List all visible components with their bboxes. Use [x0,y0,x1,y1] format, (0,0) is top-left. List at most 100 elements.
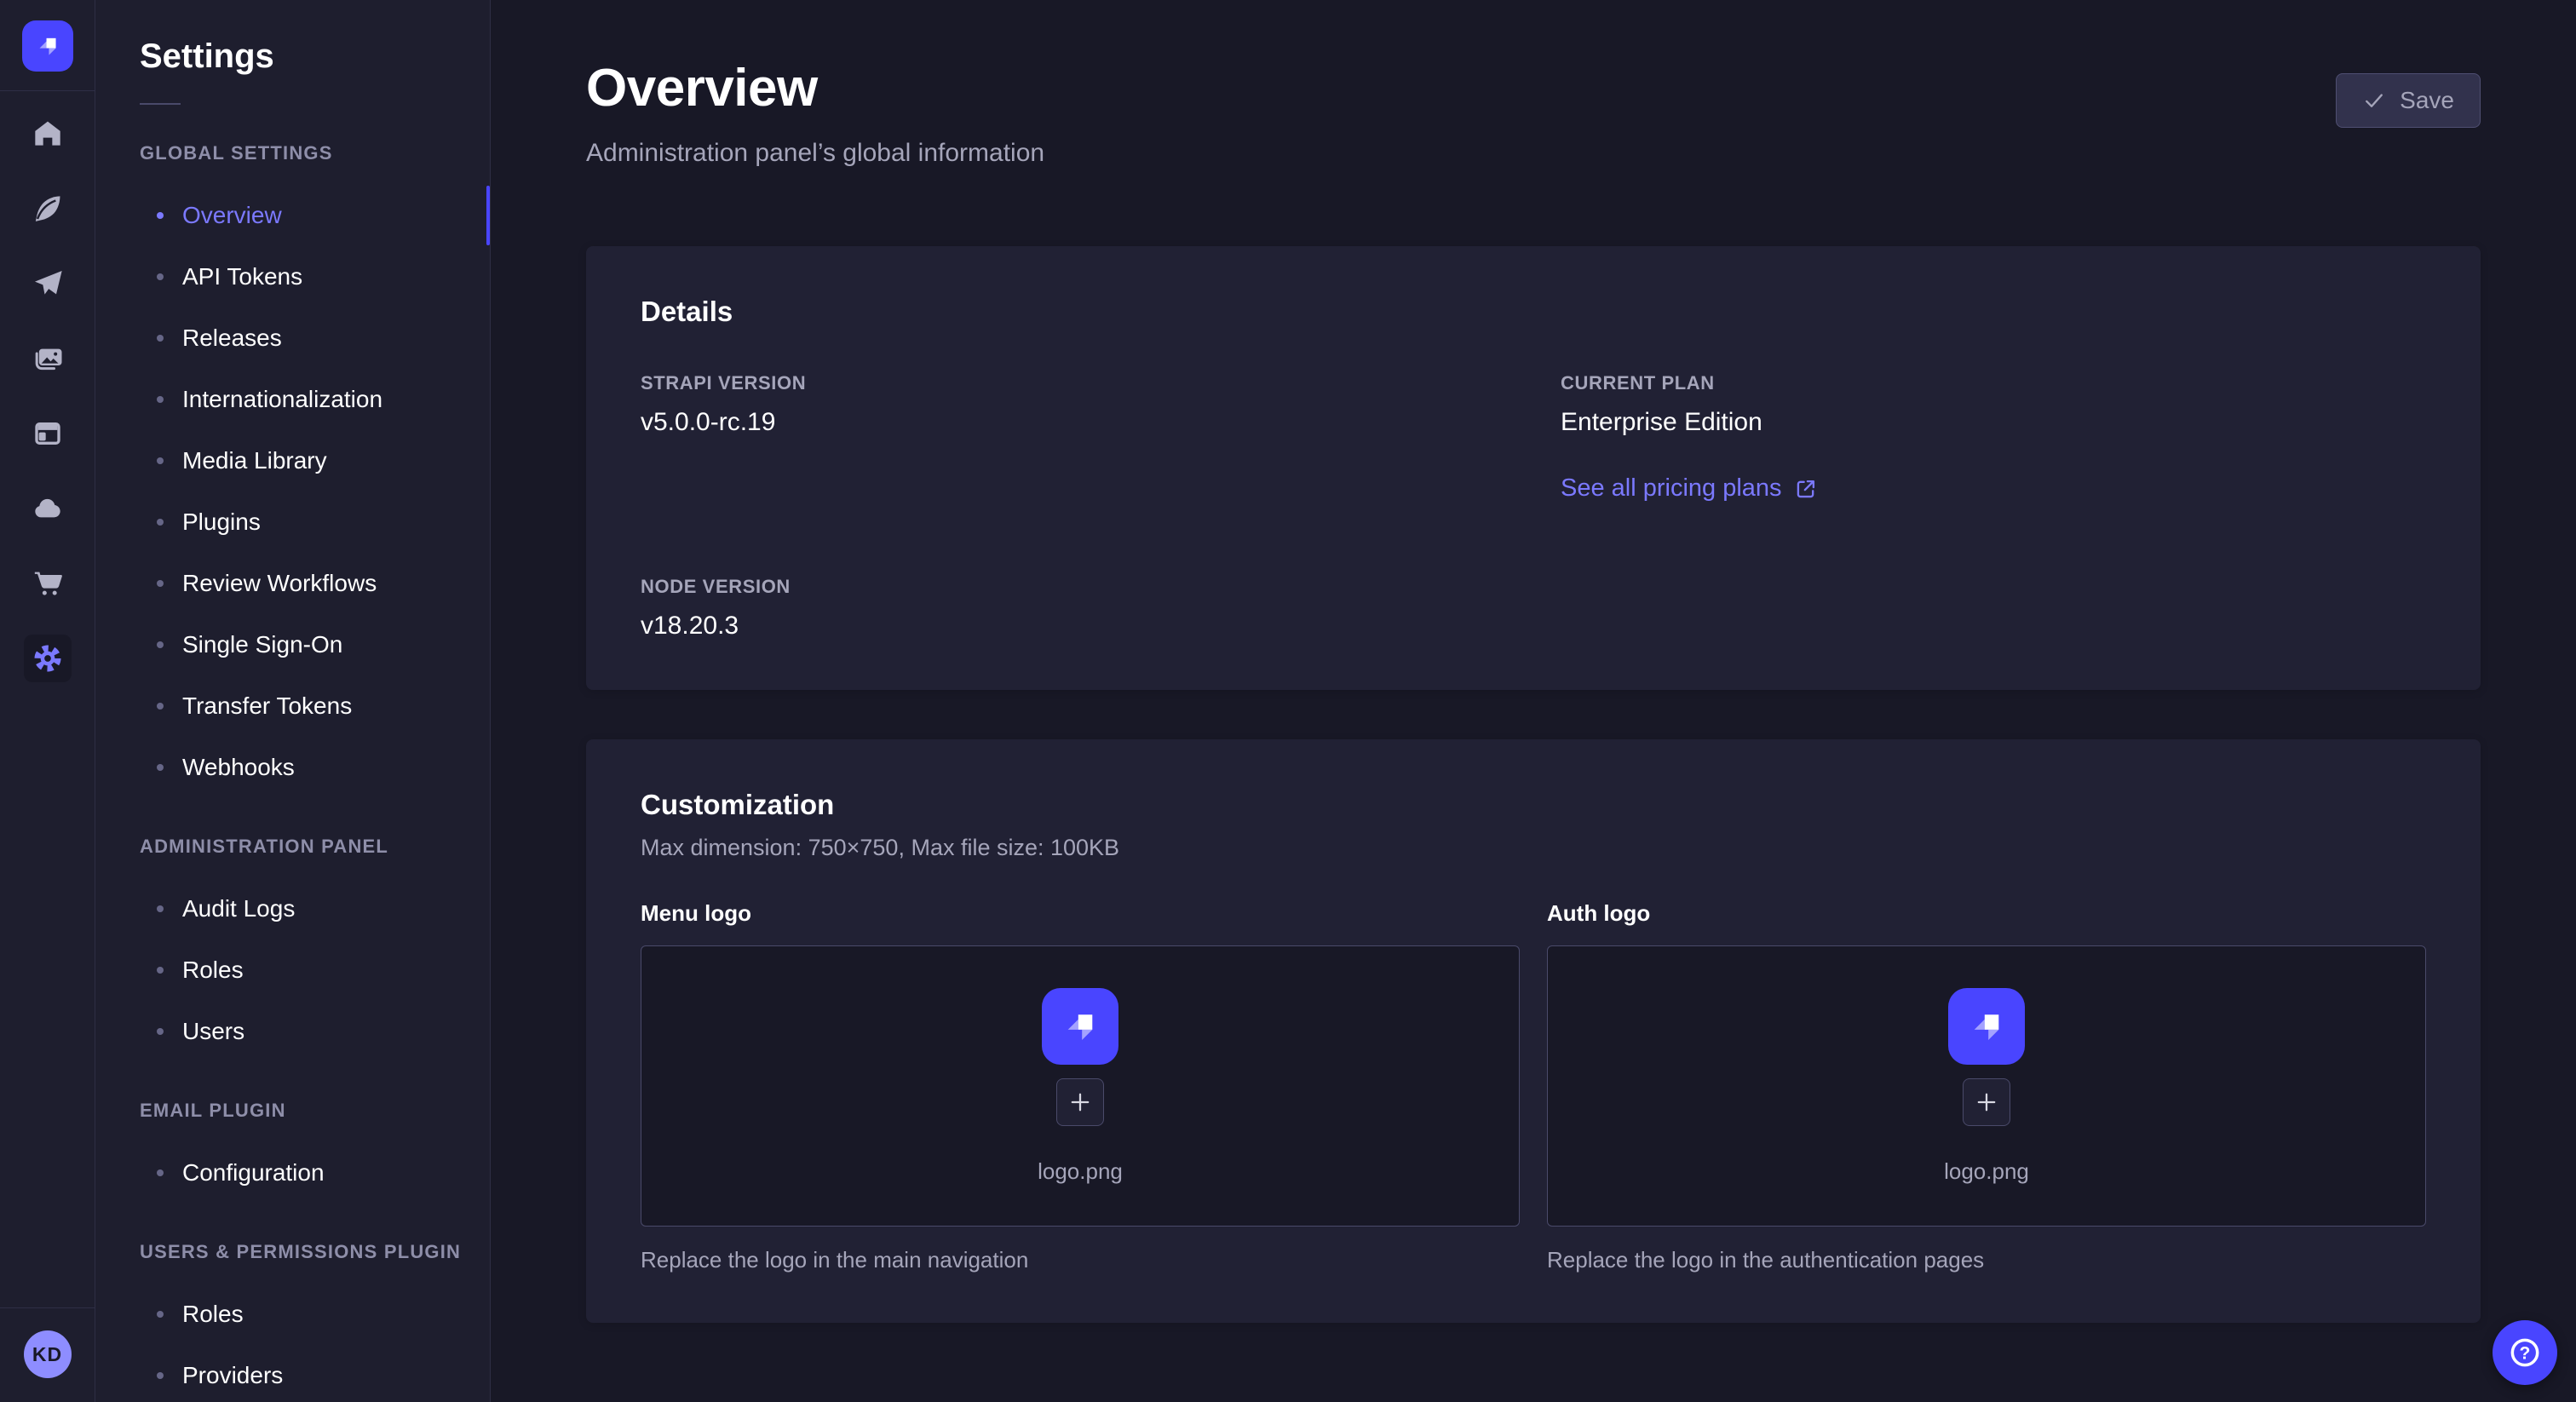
nav-section-email-plugin: EMAIL PLUGIN Configuration [95,1100,490,1204]
sidebar-item-admin-roles[interactable]: Roles [95,939,490,1001]
sidebar-item-audit-logs[interactable]: Audit Logs [95,878,490,939]
sidebar-item-up-providers[interactable]: Providers [95,1345,490,1402]
pricing-plans-link[interactable]: See all pricing plans [1561,474,1818,503]
details-card-title: Details [641,296,2426,328]
feather-icon [31,192,65,226]
strapi-workspace-logo[interactable] [22,20,73,72]
bullet-icon [157,905,164,912]
layout-icon [31,417,65,451]
svg-text:?: ? [2520,1344,2531,1364]
cart-icon [31,566,65,600]
avatar-initials: KD [32,1343,62,1366]
workspace-rail: KD [0,0,95,1402]
sidebar-item-releases[interactable]: Releases [95,307,490,369]
bullet-icon [157,641,164,648]
details-card: Details STRAPI VERSION v5.0.0-rc.19 CURR… [586,246,2481,690]
sidebar-item-up-roles[interactable]: Roles [95,1284,490,1345]
page-header-text: Overview Administration panel’s global i… [586,58,1044,168]
menu-logo-preview [1042,988,1118,1065]
avatar[interactable]: KD [24,1330,72,1378]
customization-card: Customization Max dimension: 750×750, Ma… [586,739,2481,1323]
rail-item-deploy[interactable] [24,485,72,532]
current-plan-label: CURRENT PLAN [1561,372,2426,394]
sidebar-item-email-configuration[interactable]: Configuration [95,1142,490,1204]
strapi-version-value: v5.0.0-rc.19 [641,408,1506,437]
bullet-icon [157,580,164,587]
bullet-icon [157,1169,164,1176]
sidebar-item-single-sign-on[interactable]: Single Sign-On [95,614,490,675]
sidebar-item-admin-users[interactable]: Users [95,1001,490,1062]
details-grid: STRAPI VERSION v5.0.0-rc.19 CURRENT PLAN… [641,372,2426,641]
home-icon [31,117,65,151]
help-button[interactable]: ? [2493,1320,2557,1385]
menu-logo-helper: Replace the logo in the main navigation [641,1247,1520,1273]
plus-icon [1972,1088,2001,1117]
sidebar-item-label: Overview [182,202,282,229]
customization-card-subtitle: Max dimension: 750×750, Max file size: 1… [641,835,2426,861]
section-title-email-plugin: EMAIL PLUGIN [140,1100,490,1122]
section-title-global-settings: GLOBAL SETTINGS [140,142,490,164]
menu-logo-label: Menu logo [641,900,1520,927]
section-title-administration-panel: ADMINISTRATION PANEL [140,836,490,858]
bullet-icon [157,1372,164,1379]
rail-item-content[interactable] [24,185,72,233]
customization-card-title: Customization [641,789,2426,821]
rail-item-releases[interactable] [24,260,72,307]
section-title-users-permissions-plugin: USERS & PERMISSIONS PLUGIN [140,1241,490,1263]
nav-section-administration-panel: ADMINISTRATION PANEL Audit Logs Roles Us… [95,836,490,1062]
sidebar-item-plugins[interactable]: Plugins [95,491,490,553]
bullet-icon [157,273,164,280]
sidebar-item-label: Plugins [182,509,261,536]
nav-section-users-permissions-plugin: USERS & PERMISSIONS PLUGIN Roles Provide… [95,1241,490,1402]
sidebar-item-label: Roles [182,1301,244,1328]
sidebar-item-transfer-tokens[interactable]: Transfer Tokens [95,675,490,737]
bullet-icon [157,335,164,342]
rail-item-marketplace[interactable] [24,560,72,607]
sidebar-item-review-workflows[interactable]: Review Workflows [95,553,490,614]
sidebar-item-label: Review Workflows [182,570,377,597]
auth-logo-helper: Replace the logo in the authentication p… [1547,1247,2426,1273]
bullet-icon [157,396,164,403]
sidebar-item-label: Releases [182,325,282,352]
bullet-icon [157,212,164,219]
question-mark-icon: ? [2506,1334,2544,1371]
nav-section-global-settings: GLOBAL SETTINGS Overview API Tokens Rele… [95,142,490,798]
menu-logo-add-button[interactable] [1056,1078,1104,1126]
node-version-field: NODE VERSION v18.20.3 [641,576,1506,641]
check-icon [2362,89,2386,112]
sidebar-item-label: Configuration [182,1159,325,1187]
sidebar-item-label: Internationalization [182,386,382,413]
auth-logo-upload-box[interactable]: logo.png [1547,945,2426,1227]
bullet-icon [157,519,164,526]
current-plan-field: CURRENT PLAN Enterprise Edition See all … [1561,372,2426,503]
sidebar-item-api-tokens[interactable]: API Tokens [95,246,490,307]
menu-logo-upload-box[interactable]: logo.png [641,945,1520,1227]
sidebar-item-overview[interactable]: Overview [95,185,490,246]
auth-logo-preview [1948,988,2025,1065]
rail-nav [24,110,72,682]
app-shell: KD Settings GLOBAL SETTINGS Overview API… [0,0,2576,1402]
strapi-version-field: STRAPI VERSION v5.0.0-rc.19 [641,372,1506,503]
sidebar-item-webhooks[interactable]: Webhooks [95,737,490,798]
sidebar-item-label: Single Sign-On [182,631,342,658]
sidebar-item-label: Media Library [182,447,327,474]
sidebar-item-internationalization[interactable]: Internationalization [95,369,490,430]
rail-item-media-library[interactable] [24,335,72,382]
strapi-version-label: STRAPI VERSION [641,372,1506,394]
node-version-label: NODE VERSION [641,576,1506,598]
sidebar-item-media-library[interactable]: Media Library [95,430,490,491]
sidebar-item-label: Webhooks [182,754,295,781]
auth-logo-add-button[interactable] [1963,1078,2010,1126]
cloud-icon [31,491,65,526]
menu-logo-filename: logo.png [1038,1158,1123,1185]
save-button[interactable]: Save [2336,73,2481,128]
sidebar-item-label: Roles [182,957,244,984]
bullet-icon [157,457,164,464]
bullet-icon [157,1311,164,1318]
rail-item-content-type-builder[interactable] [24,410,72,457]
rail-item-home[interactable] [24,110,72,158]
current-plan-value: Enterprise Edition [1561,408,2426,437]
pricing-plans-link-label: See all pricing plans [1561,474,1782,503]
rail-item-settings[interactable] [24,635,72,682]
strapi-logo-icon [1052,998,1108,1054]
